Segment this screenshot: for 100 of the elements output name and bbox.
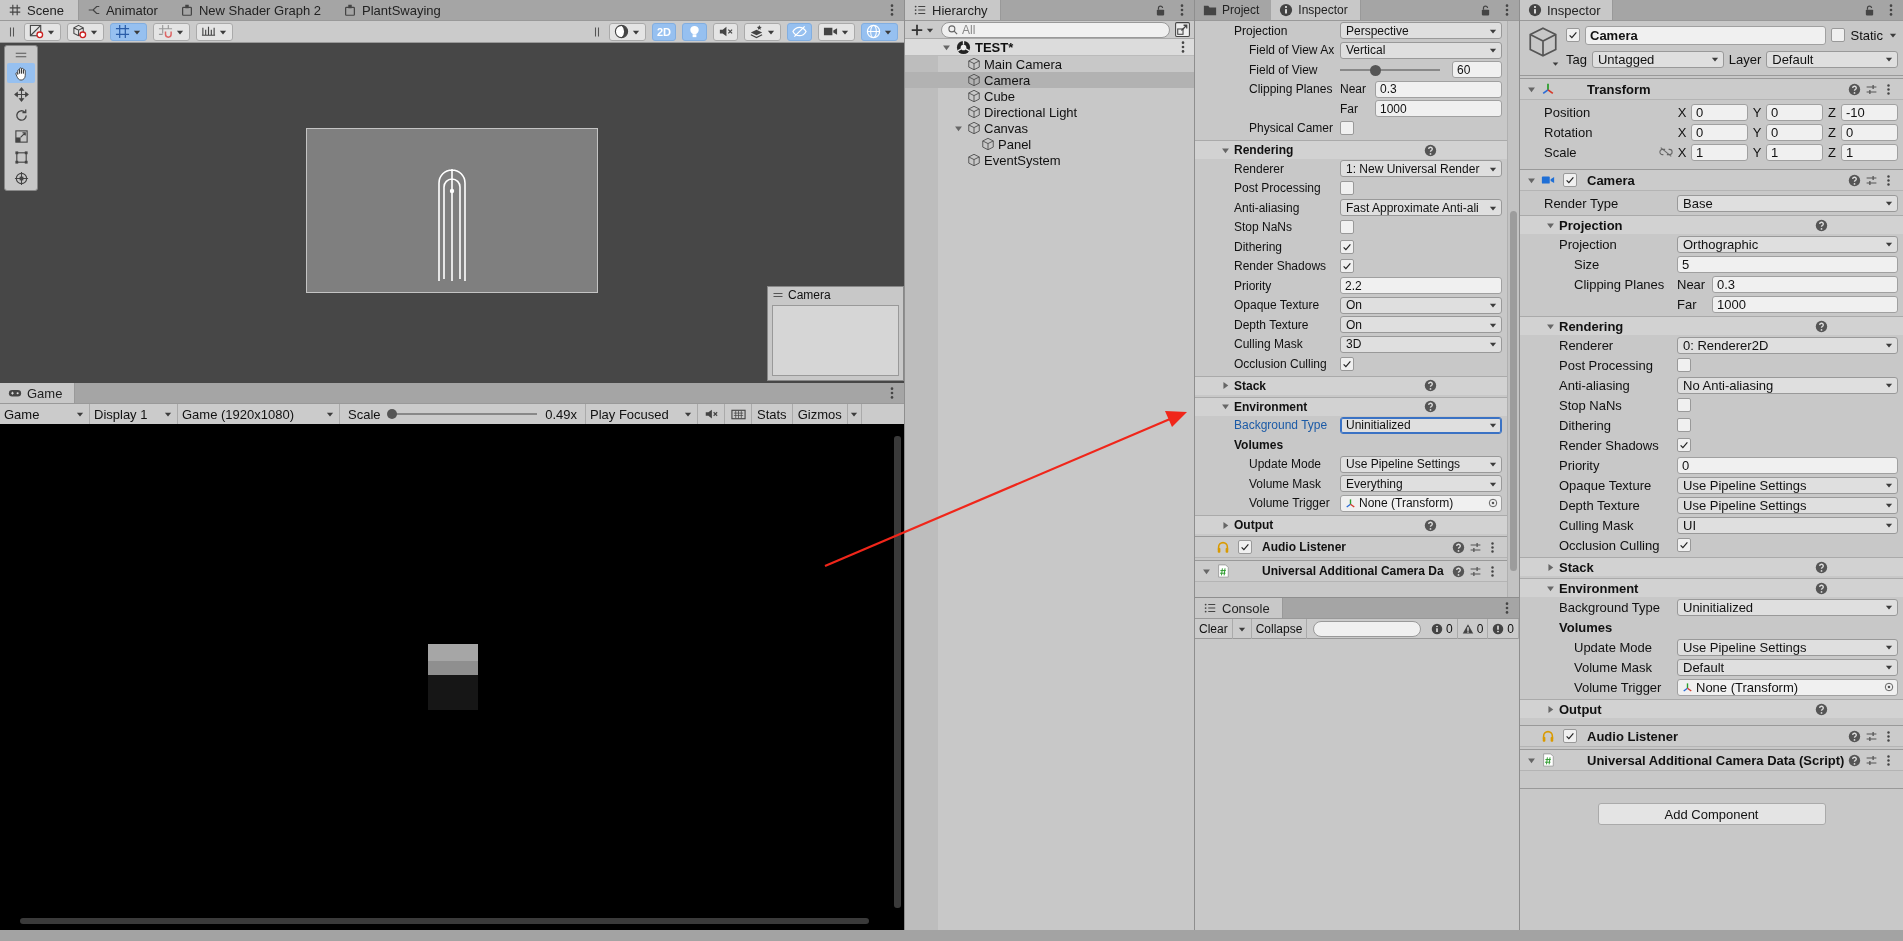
scene-row[interactable]: TEST* [905, 39, 1194, 56]
tree-item[interactable]: EventSystem [905, 152, 1194, 168]
foldout-header[interactable]: Output [1520, 699, 1903, 718]
dropdown[interactable]: UI [1677, 516, 1898, 534]
dropdown[interactable]: On [1340, 296, 1502, 314]
dropdown[interactable]: Use Pipeline Settings [1340, 455, 1502, 473]
dropdown[interactable]: Default [1677, 658, 1898, 676]
clear-button[interactable]: Clear [1195, 618, 1233, 639]
tree-item[interactable]: Canvas [905, 120, 1194, 136]
component-header[interactable]: Audio Listener [1195, 536, 1507, 558]
number-field[interactable]: 0 [1677, 456, 1898, 474]
lock-icon[interactable] [1863, 3, 1876, 17]
tree-item[interactable]: Directional Light [905, 104, 1194, 120]
foldout-header[interactable]: Rendering [1520, 316, 1903, 335]
help-icon[interactable] [1815, 702, 1828, 716]
number-field[interactable]: 0 [1766, 123, 1823, 141]
tab[interactable]: Project [1195, 0, 1272, 20]
scrollbar[interactable] [20, 918, 869, 924]
help-icon[interactable] [1815, 581, 1828, 595]
foldout-header[interactable]: Environment [1195, 396, 1507, 416]
scrollbar[interactable] [1510, 211, 1517, 571]
checkbox[interactable] [1563, 173, 1577, 187]
dropdown[interactable]: Uninitialized [1677, 598, 1898, 616]
render-mode-button[interactable] [67, 22, 104, 41]
add-component-button[interactable]: Add Component [1597, 803, 1826, 825]
dropdown[interactable]: Orthographic [1677, 235, 1898, 253]
number-field[interactable]: 0 [1691, 123, 1748, 141]
dropdown[interactable]: Vertical [1340, 41, 1502, 59]
tab[interactable]: Game [0, 383, 76, 403]
slider-track[interactable] [1340, 63, 1440, 76]
number-field[interactable]: 0.3 [1712, 275, 1898, 293]
tab[interactable]: Scene [0, 0, 79, 20]
component-header[interactable]: Universal Additional Camera Da [1195, 560, 1507, 582]
audio-button[interactable] [713, 22, 738, 41]
tab[interactable]: Inspector [1520, 0, 1614, 20]
foldout-header[interactable]: Output [1195, 515, 1507, 534]
checkbox[interactable] [1566, 28, 1580, 42]
foldout-header[interactable]: Environment [1520, 578, 1903, 597]
scene-view[interactable]: Camera [0, 43, 904, 383]
checkbox[interactable] [1340, 356, 1354, 371]
tab[interactable]: Animator [78, 0, 172, 20]
component-header[interactable]: Universal Additional Camera Data (Script) [1520, 749, 1903, 771]
unlinked-icon[interactable] [1659, 145, 1673, 159]
tab[interactable]: New Shader Graph 2 [171, 0, 336, 20]
checkbox[interactable] [1340, 239, 1354, 254]
draw-mode-button[interactable] [24, 22, 61, 41]
scrollbar[interactable] [894, 436, 901, 908]
help-icon[interactable] [1424, 518, 1437, 532]
search-field[interactable] [1313, 620, 1421, 637]
number-field[interactable]: 0.3 [1375, 80, 1502, 98]
slider-thumb[interactable] [386, 409, 397, 419]
error-count-button[interactable]: 0 [1488, 618, 1519, 639]
dropdown[interactable]: 3D [1340, 335, 1502, 353]
effects-button[interactable] [744, 22, 781, 41]
sliders-icon[interactable] [1865, 82, 1878, 96]
number-field[interactable]: 0 [1691, 103, 1748, 121]
sliders-icon[interactable] [1865, 753, 1879, 767]
help-icon[interactable] [1848, 173, 1861, 187]
number-field[interactable]: 1 [1841, 143, 1898, 161]
search-field[interactable]: All [941, 21, 1170, 38]
checkbox[interactable] [1677, 538, 1691, 552]
grid-button[interactable] [196, 22, 233, 41]
checkbox[interactable] [1677, 418, 1691, 432]
help-icon[interactable] [1815, 560, 1828, 574]
help-icon[interactable] [1424, 143, 1437, 157]
number-field[interactable]: 1 [1691, 143, 1748, 161]
log-count-button[interactable]: 0 [1426, 618, 1458, 639]
sliders-icon[interactable] [1469, 564, 1482, 578]
dropdown[interactable]: Use Pipeline Settings [1677, 496, 1898, 514]
help-icon[interactable] [1848, 729, 1861, 743]
scale-slider[interactable] [388, 408, 538, 420]
dropdown[interactable]: Uninitialized [1340, 416, 1502, 434]
dropdown[interactable]: 0: Renderer2D [1677, 336, 1898, 354]
target-icon[interactable] [1883, 681, 1895, 693]
help-icon[interactable] [1848, 82, 1861, 96]
checkbox[interactable] [1563, 729, 1577, 743]
object-field[interactable]: None (Transform) [1677, 678, 1898, 696]
tree-item[interactable]: Cube [905, 88, 1194, 104]
number-field[interactable]: 0 [1841, 123, 1898, 141]
foldout-header[interactable]: Stack [1520, 557, 1903, 576]
lock-icon[interactable] [1479, 3, 1492, 17]
tab[interactable]: PlantSwaying [335, 0, 455, 20]
number-field[interactable]: 60 [1452, 61, 1502, 79]
checkbox[interactable] [1831, 28, 1846, 42]
tree-item[interactable]: Camera [905, 72, 1194, 88]
checkbox[interactable] [1340, 220, 1354, 235]
number-field[interactable]: 1 [1766, 143, 1823, 161]
number-field[interactable]: 0 [1766, 103, 1823, 121]
grid-snap-button[interactable] [110, 22, 147, 41]
camera-button[interactable] [818, 22, 855, 41]
number-field[interactable]: 2.2 [1340, 277, 1502, 295]
tree-item[interactable]: Panel [905, 136, 1194, 152]
number-field[interactable]: 1000 [1712, 295, 1898, 313]
hand-tool-button[interactable] [7, 63, 35, 83]
help-icon[interactable] [1815, 319, 1828, 333]
name-field[interactable]: Camera [1585, 25, 1827, 45]
checkbox[interactable] [1677, 438, 1691, 452]
sliders-icon[interactable] [1469, 540, 1482, 554]
foldout-header[interactable]: Projection [1520, 215, 1903, 234]
sliders-icon[interactable] [1865, 729, 1878, 743]
